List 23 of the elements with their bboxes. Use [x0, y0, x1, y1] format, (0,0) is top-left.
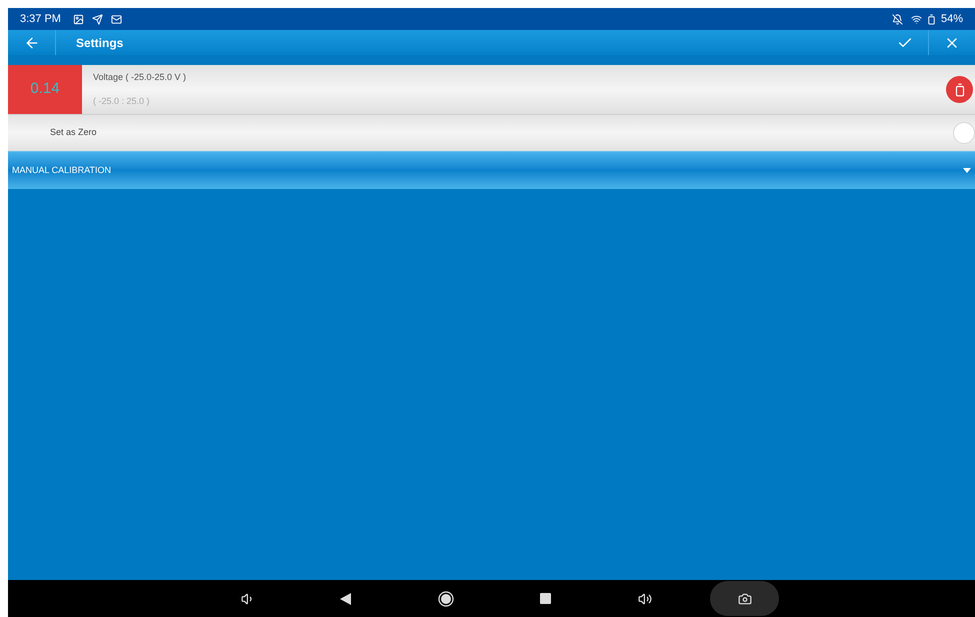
clock: 3:37 PM — [20, 12, 61, 27]
page-title: Settings — [76, 34, 124, 52]
set-zero-label: Set as Zero — [50, 126, 97, 140]
sensor-name: Voltage ( -25.0-25.0 V ) — [93, 71, 186, 84]
sensor-reading: 0.14 — [8, 65, 82, 114]
mail-icon — [110, 14, 122, 24]
bell-off-icon — [892, 14, 903, 24]
image-icon — [72, 14, 84, 24]
calibration-header[interactable]: MANUAL CALIBRATION — [8, 151, 975, 189]
toggle-switch[interactable] — [953, 122, 975, 144]
dropdown-icon — [963, 168, 971, 173]
section-title: MANUAL CALIBRATION — [12, 164, 112, 177]
sensor-range: ( -25.0 : 25.0 ) — [93, 94, 151, 108]
battery-button[interactable] — [946, 76, 973, 103]
battery-percent: 54% — [940, 12, 963, 27]
wifi-icon — [910, 14, 922, 24]
back-icon[interactable] — [340, 592, 352, 604]
home-icon[interactable] — [438, 590, 454, 606]
camera-icon — [738, 592, 752, 606]
battery-icon — [926, 14, 937, 24]
send-icon — [92, 14, 103, 24]
screenshot-button[interactable] — [710, 581, 779, 616]
volume-up-icon[interactable] — [638, 592, 652, 606]
